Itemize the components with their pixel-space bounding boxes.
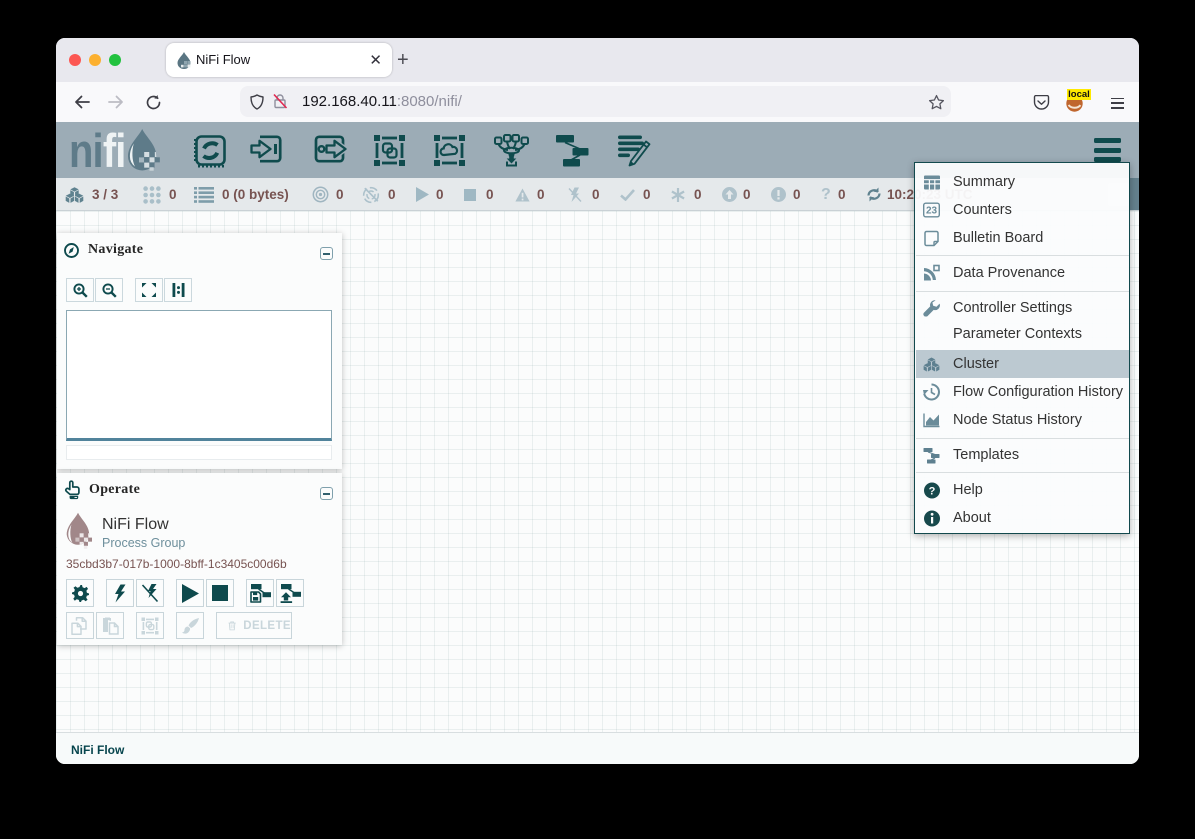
svg-text:?: ? bbox=[928, 485, 935, 497]
svg-text:23: 23 bbox=[926, 206, 938, 217]
